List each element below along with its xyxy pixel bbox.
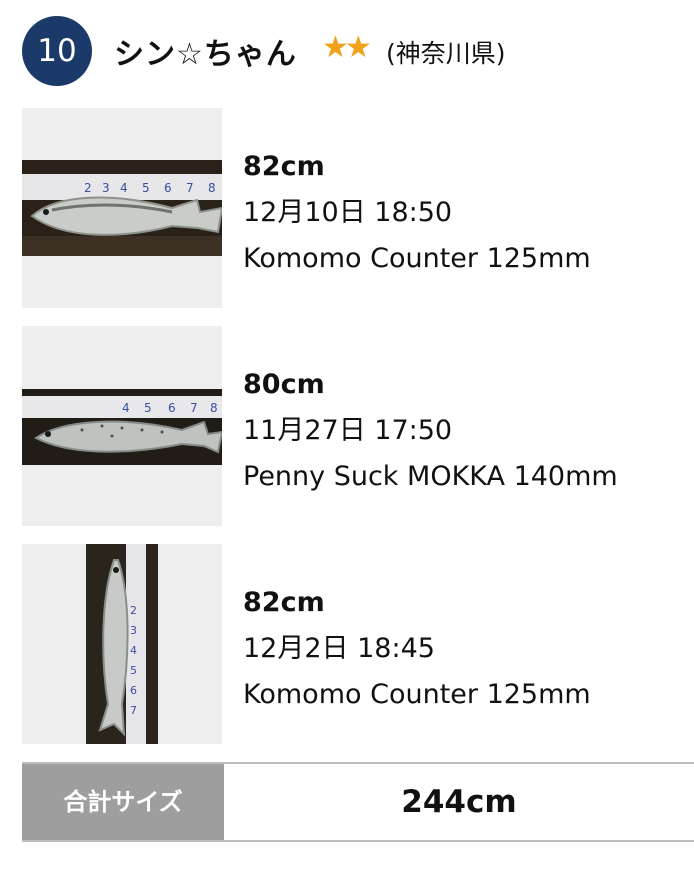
prefecture-label: (神奈川県) (386, 39, 506, 68)
catch-info: 80cm 11月27日 17:50 Penny Suck MOKKA 140mm (243, 362, 618, 500)
svg-text:4: 4 (120, 181, 128, 195)
catch-lure: Komomo Counter 125mm (243, 243, 591, 274)
svg-text:4: 4 (122, 401, 130, 415)
svg-text:8: 8 (210, 401, 218, 415)
svg-text:6: 6 (130, 684, 137, 697)
svg-text:7: 7 (130, 704, 137, 717)
svg-text:6: 6 (168, 401, 176, 415)
catch-size: 80cm (243, 369, 325, 400)
svg-text:5: 5 (144, 401, 152, 415)
svg-text:8: 8 (208, 181, 216, 195)
ranking-header: 10 シン☆ちゃん ★★ (神奈川県) (22, 16, 682, 86)
svg-text:7: 7 (186, 181, 194, 195)
catch-datetime: 12月2日 18:45 (243, 633, 435, 664)
svg-text:6: 6 (164, 181, 172, 195)
svg-text:2: 2 (130, 604, 137, 617)
svg-text:5: 5 (130, 664, 137, 677)
svg-text:3: 3 (102, 181, 110, 195)
fish-photo-thumbnail[interactable]: 45 6 78 (22, 326, 222, 526)
total-size-row: 合計サイズ 244cm (22, 762, 694, 842)
catch-size: 82cm (243, 151, 325, 182)
fish-photo: 234 5678 (22, 160, 222, 256)
catch-lure: Komomo Counter 125mm (243, 679, 591, 710)
fish-photo: 2 3 4 5 6 7 (86, 544, 158, 744)
svg-text:2: 2 (84, 181, 92, 195)
catch-size: 82cm (243, 587, 325, 618)
catch-datetime: 12月10日 18:50 (243, 197, 453, 228)
fish-photo: 45 6 78 (22, 389, 222, 465)
total-size-value: 244cm (401, 784, 517, 820)
fish-photo-thumbnail[interactable]: 234 5678 (22, 108, 222, 308)
catch-item: 234 5678 82cm 12月10日 18:50 Komomo Counte… (22, 108, 694, 308)
catch-item: 45 6 78 80cm 11月27日 17:50 Penny Suck MOKK… (22, 326, 694, 526)
catch-lure: Penny Suck MOKKA 140mm (243, 461, 618, 492)
user-name[interactable]: シン☆ちゃん (114, 29, 297, 73)
svg-text:4: 4 (130, 644, 137, 657)
fish-photo-thumbnail[interactable]: 2 3 4 5 6 7 (22, 544, 222, 744)
svg-text:3: 3 (130, 624, 137, 637)
catch-info: 82cm 12月2日 18:45 Komomo Counter 125mm (243, 580, 591, 718)
star-rating-icon: ★★ (322, 30, 372, 65)
svg-text:5: 5 (142, 181, 150, 195)
rank-badge: 10 (22, 16, 92, 86)
catch-info: 82cm 12月10日 18:50 Komomo Counter 125mm (243, 144, 591, 282)
catch-item: 2 3 4 5 6 7 82cm 12月2日 18:45 Komomo Counter … (22, 544, 694, 744)
svg-text:7: 7 (190, 401, 198, 415)
total-size-label: 合計サイズ (22, 764, 224, 840)
catch-datetime: 11月27日 17:50 (243, 415, 453, 446)
